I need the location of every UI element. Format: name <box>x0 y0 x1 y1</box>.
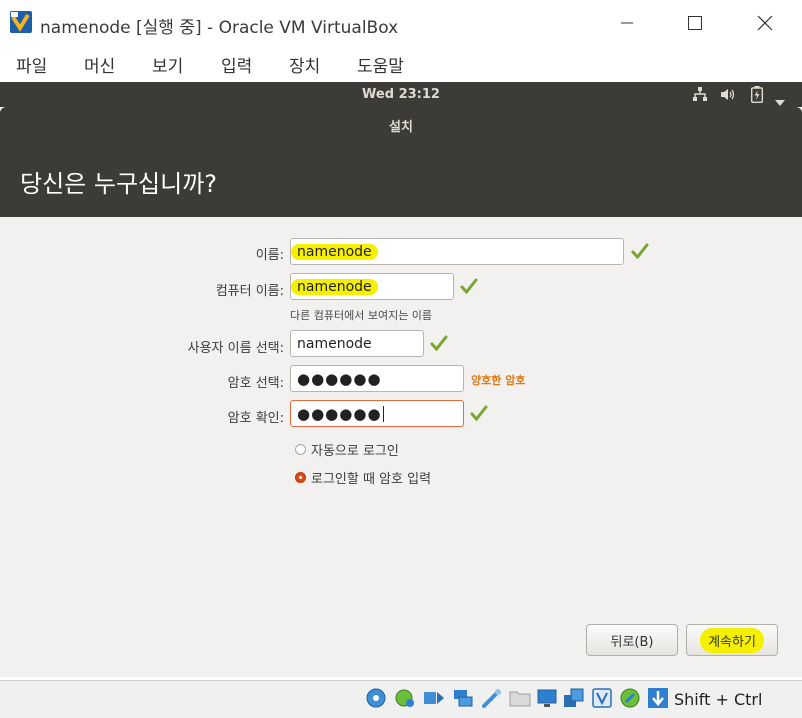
maximize-button[interactable] <box>672 6 718 40</box>
radio-auto-login-label: 자동으로 로그인 <box>311 444 399 459</box>
display-icon[interactable] <box>536 687 558 709</box>
name-input[interactable]: namenode <box>290 238 624 265</box>
username-input-value: namenode <box>297 335 372 352</box>
minimize-button[interactable] <box>604 6 650 40</box>
computer-name-label: 컴퓨터 이름: <box>215 284 284 299</box>
audio-icon[interactable] <box>394 687 416 709</box>
host-key-label: Shift + Ctrl <box>674 690 763 709</box>
page-heading: 당신은 누구십니까? <box>20 170 218 198</box>
password-strength-label: 양호한 암호 <box>471 374 526 387</box>
battery-icon[interactable] <box>750 86 764 107</box>
radio-auto-login[interactable]: 자동으로 로그인 <box>295 440 399 459</box>
mouse-integration-icon[interactable] <box>619 687 641 709</box>
panel-clock[interactable]: Wed 23:12 <box>0 87 802 102</box>
menu-input[interactable]: 입력 <box>221 52 252 77</box>
radio-require-password-indicator[interactable] <box>295 472 306 483</box>
virtualization-icon[interactable] <box>591 687 613 709</box>
shared-folder-icon[interactable] <box>509 687 531 709</box>
minimize-icon <box>621 22 633 24</box>
radio-require-password[interactable]: 로그인할 때 암호 입력 <box>295 468 431 487</box>
menu-help[interactable]: 도움말 <box>357 52 404 77</box>
username-label: 사용자 이름 선택: <box>187 341 284 356</box>
menu-devices[interactable]: 장치 <box>289 52 320 77</box>
password-input[interactable]: ●●●●●● <box>290 365 464 392</box>
radio-auto-login-indicator[interactable] <box>295 444 306 455</box>
menu-machine[interactable]: 머신 <box>84 52 115 77</box>
confirm-password-input[interactable]: ●●●●●● <box>290 400 464 427</box>
close-icon <box>757 15 773 31</box>
back-button[interactable]: 뒤로(B) <box>586 624 678 656</box>
close-button[interactable] <box>742 6 788 40</box>
continue-button-label: 계속하기 <box>700 627 764 653</box>
name-check-icon <box>631 243 649 263</box>
virtualbox-app-icon <box>10 11 32 33</box>
optical-drive-icon[interactable] <box>365 687 387 709</box>
back-button-label: 뒤로(B) <box>610 634 654 650</box>
password-label: 암호 선택: <box>227 376 284 391</box>
computer-name-input-value: namenode <box>291 278 378 295</box>
computer-name-hint: 다른 컴퓨터에서 보여지는 이름 <box>290 309 433 322</box>
name-input-value: namenode <box>291 243 378 260</box>
confirm-password-check-icon <box>470 405 488 425</box>
username-input[interactable]: namenode <box>290 330 424 357</box>
usb-cable-icon[interactable] <box>481 687 503 709</box>
network-icon[interactable] <box>692 87 708 106</box>
text-caret <box>382 405 384 422</box>
confirm-password-label: 암호 확인: <box>227 411 284 426</box>
volume-icon[interactable] <box>720 87 736 106</box>
continue-button[interactable]: 계속하기 <box>686 624 778 656</box>
installer-title: 설치 <box>389 120 413 135</box>
menu-view[interactable]: 보기 <box>152 52 183 77</box>
radio-require-password-label: 로그인할 때 암호 입력 <box>311 472 432 487</box>
name-label: 이름: <box>255 248 284 263</box>
computer-name-input[interactable]: namenode <box>290 273 454 300</box>
network-adapter-icon[interactable] <box>423 687 445 709</box>
username-check-icon <box>430 335 448 355</box>
computer-name-check-icon <box>460 278 478 298</box>
window-title: namenode [실행 중] - Oracle VM VirtualBox <box>40 18 399 38</box>
confirm-password-input-value: ●●●●●● <box>297 404 382 423</box>
maximize-icon <box>688 16 702 30</box>
host-key-arrow-icon[interactable] <box>647 687 669 709</box>
usb-device-icon[interactable] <box>452 687 474 709</box>
password-input-value: ●●●●●● <box>297 369 382 388</box>
video-capture-icon[interactable] <box>563 687 585 709</box>
menu-file[interactable]: 파일 <box>16 52 47 77</box>
